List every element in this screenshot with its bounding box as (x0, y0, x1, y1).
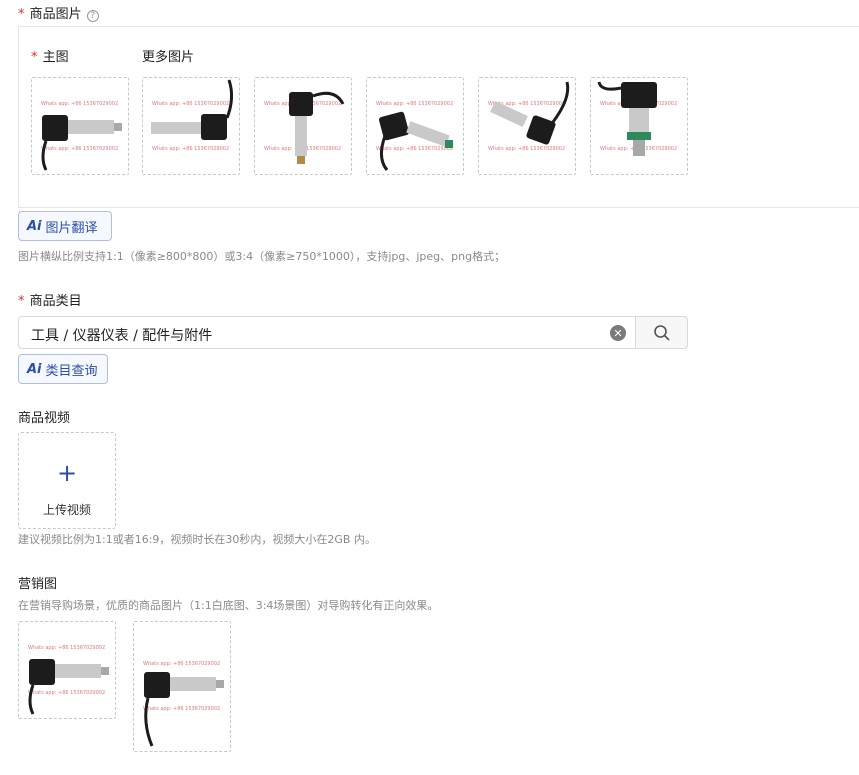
ai-category-query-label: 类目查询 (45, 363, 98, 379)
image-thumbnail[interactable]: Whats app: +86 15367029002 Whats app: +8… (590, 77, 688, 175)
marketing-hint: 在营销导购场景，优质的商品图片（1:1白底图、3:4场景图）对导购转化有正向效果… (18, 599, 439, 612)
marketing-section-title: 营销图 (18, 577, 58, 592)
watermark-text: Whats app: +86 15367029002 (28, 690, 105, 696)
category-input[interactable]: 工具 / 仪器仪表 / 配件与附件 ✕ (18, 316, 688, 349)
more-images-label: 更多图片 (142, 50, 195, 65)
main-image-label: * 主图 (31, 50, 69, 65)
images-hint: 图片横纵比例支持1:1（像素≥800*800）或3:4（像素≥750*1000）… (18, 250, 506, 263)
upload-video-label: 上传视频 (42, 503, 91, 517)
watermark-text: Whats app: +86 15367029002 (143, 661, 220, 667)
watermark-text: Whats app: +86 15367029002 (152, 101, 229, 107)
category-section-title: 商品类目 (29, 294, 82, 309)
video-section-title: 商品视频 (18, 411, 71, 426)
image-thumbnail[interactable]: Whats app: +86 15367029002 Whats app: +8… (478, 77, 576, 175)
images-section-title: 商品图片 (29, 7, 82, 22)
clear-circle-icon[interactable]: ✕ (610, 325, 626, 341)
ai-icon: Ai (27, 361, 42, 377)
plus-icon: + (56, 459, 78, 487)
category-value: 工具 / 仪器仪表 / 配件与附件 (31, 328, 213, 344)
watermark-text: Whats app: +86 15367029002 (376, 146, 453, 152)
video-hint: 建议视频比例为1:1或者16:9，视频时长在30秒内，视频大小在2GB 内。 (18, 533, 376, 546)
watermark-text: Whats app: +86 15367029002 (488, 146, 565, 152)
required-mark: * (31, 50, 38, 65)
ai-icon: Ai (27, 218, 42, 234)
watermark-text: Whats app: +86 15367029002 (143, 706, 220, 712)
image-thumbnail[interactable]: Whats app: +86 15367029002 Whats app: +8… (142, 77, 240, 175)
ai-image-translate-button[interactable]: Ai 图片翻译 (18, 211, 112, 241)
category-section-header: * 商品类目 (18, 290, 82, 309)
required-mark: * (18, 294, 25, 309)
ai-category-query-button[interactable]: Ai 类目查询 (18, 354, 108, 384)
search-icon (653, 324, 670, 341)
image-thumbnail[interactable]: Whats app: +86 15367029002 Whats app: +8… (366, 77, 464, 175)
watermark-text: Whats app: +86 15367029002 (41, 101, 118, 107)
marketing-image-portrait[interactable]: Whats app: +86 15367029002 Whats app: +8… (133, 621, 231, 752)
category-search-button[interactable] (635, 316, 688, 349)
watermark-text: Whats app: +86 15367029002 (152, 146, 229, 152)
required-mark: * (18, 7, 25, 22)
upload-video-button[interactable]: + 上传视频 (18, 432, 116, 529)
watermark-text: Whats app: +86 15367029002 (41, 146, 118, 152)
watermark-text: Whats app: +86 15367029002 (28, 645, 105, 651)
question-circle-icon[interactable]: ? (86, 10, 99, 22)
ai-image-translate-label: 图片翻译 (45, 220, 98, 236)
marketing-image-square[interactable]: Whats app: +86 15367029002 Whats app: +8… (18, 621, 116, 719)
main-image-thumbnail[interactable]: Whats app: +86 15367029002 Whats app: +8… (31, 77, 129, 175)
watermark-text: Whats app: +86 15367029002 (376, 101, 453, 107)
image-thumbnail[interactable]: Whats app: +86 15367029002 Whats app: +8… (254, 77, 352, 175)
images-section-header: * 商品图片 ? (18, 3, 99, 22)
